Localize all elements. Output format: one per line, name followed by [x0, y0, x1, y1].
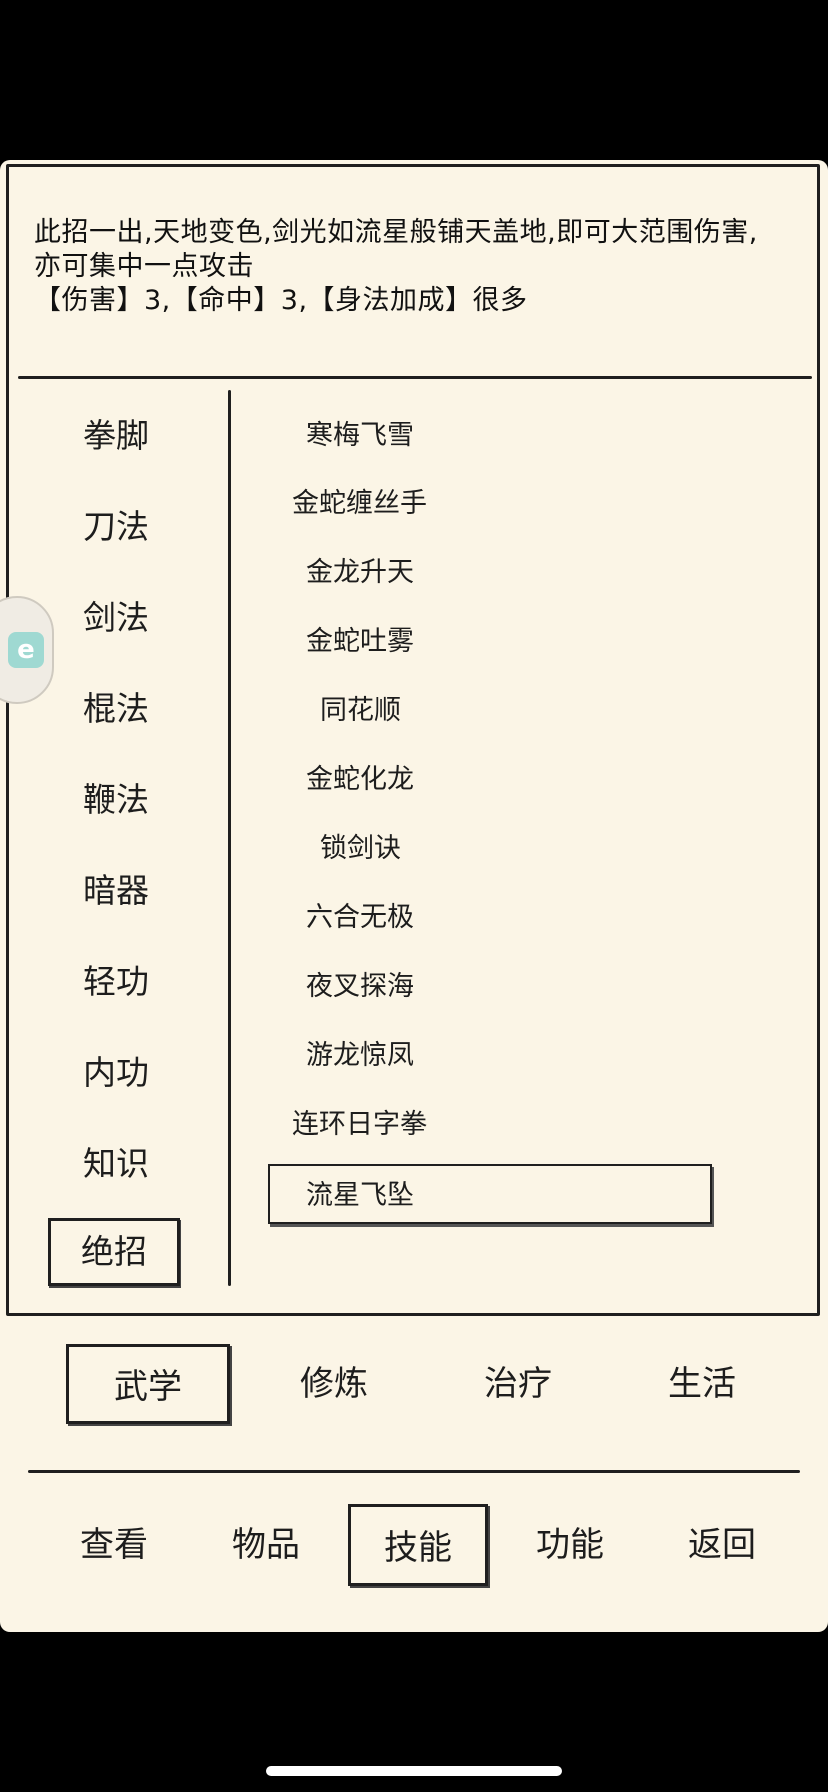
category-item[interactable]: 刀法: [54, 497, 178, 557]
tab-healing[interactable]: 治疗: [436, 1344, 600, 1424]
app-shortcut-icon: e: [8, 632, 44, 668]
category-item[interactable]: 鞭法: [54, 770, 178, 830]
nav-functions[interactable]: 功能: [500, 1504, 640, 1586]
category-item[interactable]: 知识: [54, 1134, 178, 1194]
skill-item[interactable]: 同花顺: [320, 681, 780, 741]
skill-item[interactable]: 金蛇化龙: [306, 750, 766, 810]
category-item[interactable]: 暗器: [54, 861, 178, 921]
skill-item[interactable]: 金蛇吐雾: [306, 612, 766, 672]
tabs-divider: [28, 1470, 800, 1473]
skill-item-selected[interactable]: 流星飞坠: [268, 1164, 712, 1224]
category-item-active[interactable]: 绝招: [48, 1218, 180, 1286]
home-indicator[interactable]: [266, 1766, 562, 1776]
skill-description: 此招一出,天地变色,剑光如流星般铺天盖地,即可大范围伤害, 亦可集中一点攻击 【…: [34, 216, 804, 318]
skill-item[interactable]: 连环日字拳: [292, 1095, 752, 1155]
category-item[interactable]: 棍法: [54, 679, 178, 739]
list-divider: [228, 390, 231, 1286]
skill-item[interactable]: 寒梅飞雪: [306, 406, 766, 466]
skill-item[interactable]: 金龙升天: [306, 543, 766, 603]
description-line: 【伤害】3,【命中】3,【身法加成】很多: [34, 285, 528, 316]
nav-skills[interactable]: 技能: [348, 1504, 488, 1586]
category-item[interactable]: 内功: [54, 1043, 178, 1103]
skill-item[interactable]: 六合无极: [306, 888, 766, 948]
tab-life[interactable]: 生活: [620, 1344, 784, 1424]
nav-back[interactable]: 返回: [652, 1504, 792, 1586]
category-item[interactable]: 轻功: [54, 952, 178, 1012]
tab-martial-arts[interactable]: 武学: [66, 1344, 230, 1424]
skill-item[interactable]: 夜叉探海: [306, 957, 766, 1017]
description-line: 亦可集中一点攻击: [34, 251, 254, 282]
description-line: 此招一出,天地变色,剑光如流星般铺天盖地,即可大范围伤害,: [34, 217, 758, 248]
description-divider: [18, 376, 812, 379]
nav-items[interactable]: 物品: [196, 1504, 336, 1586]
skill-item[interactable]: 锁剑诀: [320, 819, 780, 879]
skill-item[interactable]: 游龙惊凤: [306, 1026, 766, 1086]
tab-training[interactable]: 修炼: [252, 1344, 416, 1424]
category-item[interactable]: 剑法: [54, 588, 178, 648]
nav-view[interactable]: 查看: [44, 1504, 184, 1586]
category-item[interactable]: 拳脚: [54, 406, 178, 466]
skill-item[interactable]: 金蛇缠丝手: [292, 474, 752, 534]
floating-shortcut-button[interactable]: e: [0, 596, 54, 704]
